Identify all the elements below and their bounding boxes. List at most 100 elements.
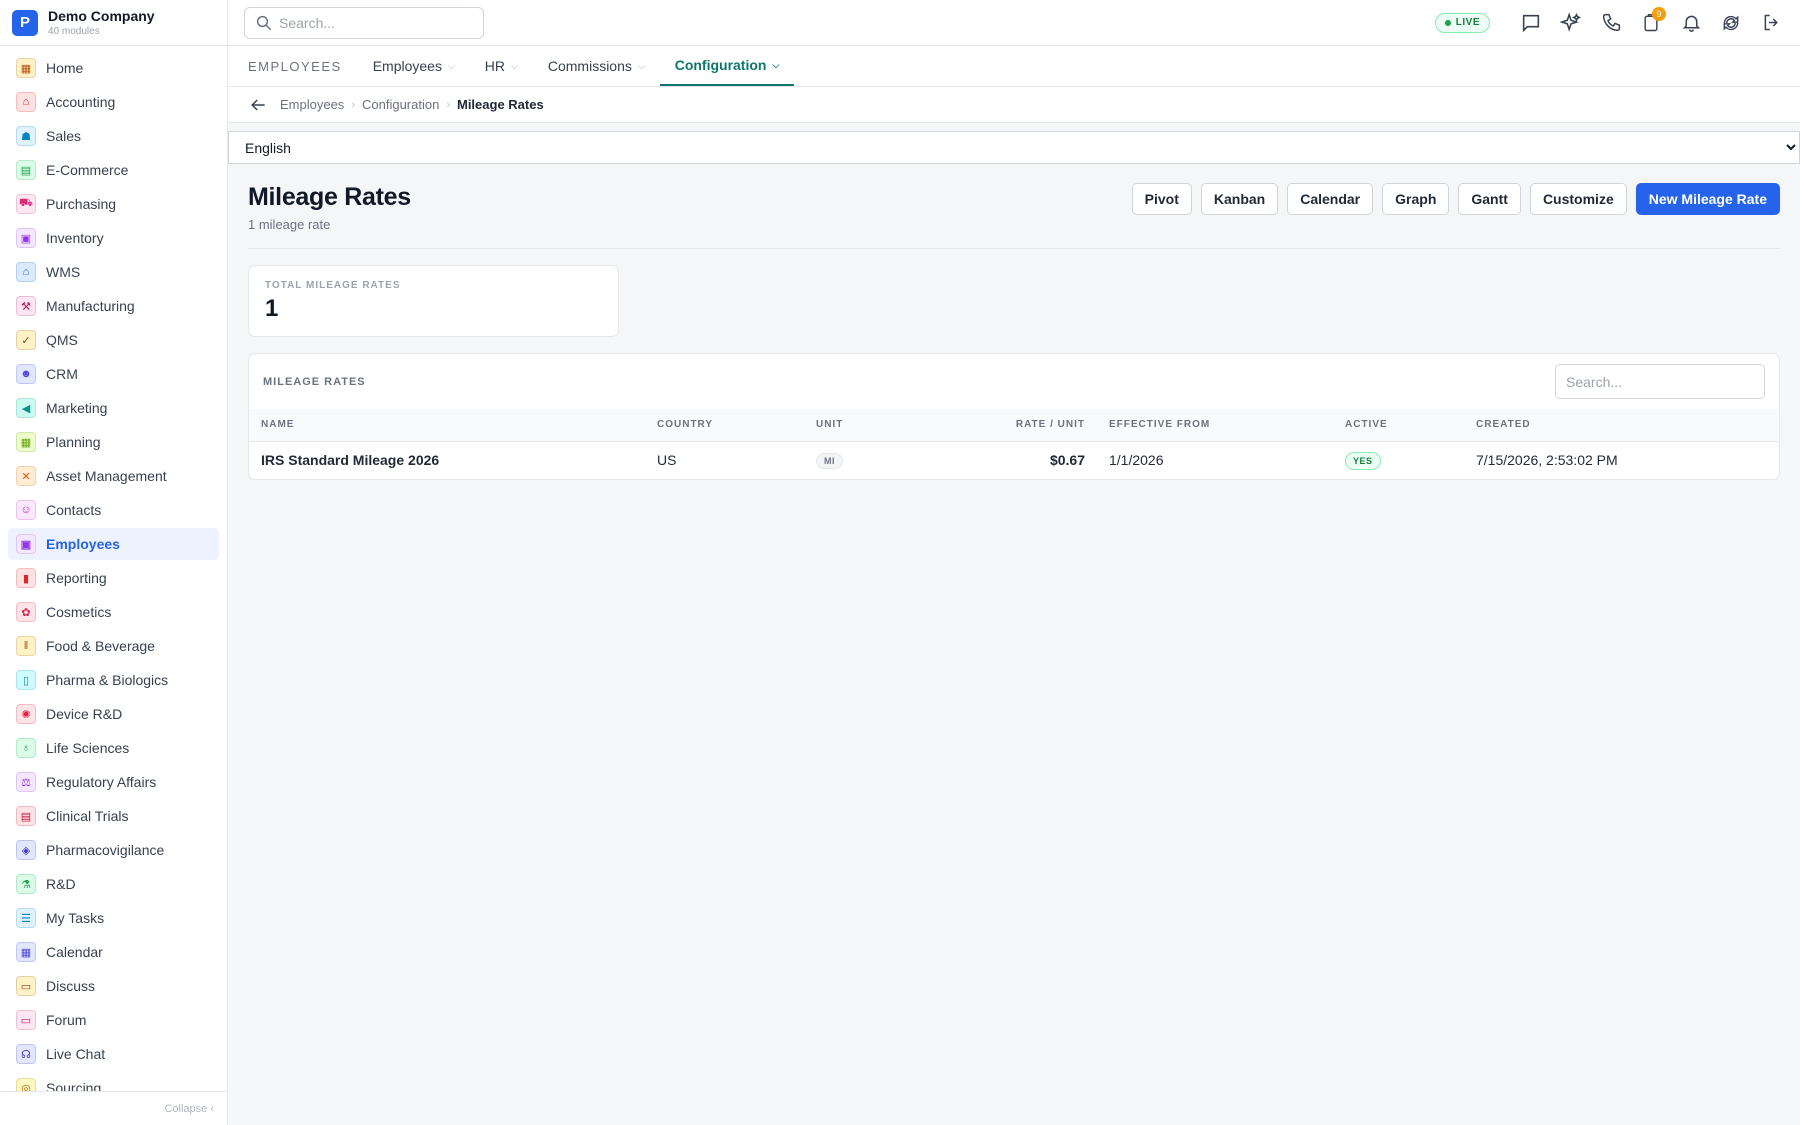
customize-button[interactable]: Customize (1529, 183, 1627, 215)
sidebar-item-calendar[interactable]: ▦ Calendar (8, 936, 219, 968)
sidebar-item-label: Home (46, 60, 84, 76)
flask-icon: ⚗ (16, 874, 36, 894)
sidebar-item-food-beverage[interactable]: ǁ Food & Beverage (8, 630, 219, 662)
live-dot-icon (1444, 19, 1451, 26)
calendar-view-button[interactable]: Calendar (1287, 183, 1374, 215)
breadcrumb-configuration[interactable]: Configuration (362, 97, 439, 112)
column-header-created[interactable]: CREATED (1464, 409, 1779, 442)
column-header-country[interactable]: COUNTRY (645, 409, 804, 442)
breadcrumb-current: Mileage Rates (456, 97, 544, 112)
sidebar-item-accounting[interactable]: ⌂ Accounting (8, 86, 219, 118)
sidebar-item-crm[interactable]: ☻ CRM (8, 358, 219, 390)
company-logo: P (12, 9, 38, 36)
sidebar-item-forum[interactable]: ▭ Forum (8, 1004, 219, 1036)
sidebar-item-manufacturing[interactable]: ⚒ Manufacturing (8, 290, 219, 322)
contact-card-icon: ☺ (16, 500, 36, 520)
sidebar-item-home[interactable]: ▦ Home (8, 52, 219, 84)
sidebar-item-marketing[interactable]: ◀ Marketing (8, 392, 219, 424)
logout-icon[interactable] (1758, 10, 1784, 36)
sidebar-item-contacts[interactable]: ☺ Contacts (8, 494, 219, 526)
sidebar-item-discuss[interactable]: ▭ Discuss (8, 970, 219, 1002)
bell-icon[interactable] (1678, 10, 1704, 36)
sidebar-item-wms[interactable]: ⌂ WMS (8, 256, 219, 288)
main-area: Search... LIVE 9 EMPLOYEES Employees ⌵ HR… (228, 0, 1800, 1125)
table-search-input[interactable] (1555, 364, 1765, 399)
sidebar-item-label: Contacts (46, 502, 102, 518)
column-header-unit[interactable]: UNIT (804, 409, 932, 442)
clipboard-icon: ▤ (16, 806, 36, 826)
sidebar-item-pharma-biologics[interactable]: ▯ Pharma & Biologics (8, 664, 219, 696)
search-icon (256, 15, 272, 30)
sidebar-item-purchasing[interactable]: ⛟ Purchasing (8, 188, 219, 220)
column-header-rate[interactable]: RATE / UNIT (932, 409, 1097, 442)
company-switcher[interactable]: P Demo Company 40 modules (0, 0, 227, 46)
users-icon: ☻ (16, 364, 36, 384)
global-search-input[interactable]: Search... (244, 6, 484, 39)
flower-icon: ✿ (16, 602, 36, 622)
storefront-icon: ▤ (16, 160, 36, 180)
cell-country: US (657, 452, 677, 469)
approvals-badge: 9 (1652, 6, 1666, 21)
warehouse-icon: ⌂ (16, 262, 36, 282)
tab-hr[interactable]: HR ⌵ (470, 46, 533, 86)
pivot-view-button[interactable]: Pivot (1131, 183, 1192, 215)
collapse-button[interactable]: Collapse ‹ (0, 1091, 227, 1125)
sidebar-item-e-commerce[interactable]: ▤ E-Commerce (8, 154, 219, 186)
sidebar-item-label: R&D (46, 876, 76, 892)
sidebar-item-my-tasks[interactable]: ☰ My Tasks (8, 902, 219, 934)
megaphone-icon: ◀ (16, 398, 36, 418)
column-header-effective-from[interactable]: EFFECTIVE FROM (1097, 409, 1333, 442)
new-mileage-rate-button[interactable]: New Mileage Rate (1635, 183, 1780, 215)
sidebar-item-pharmacovigilance[interactable]: ◈ Pharmacovigilance (8, 834, 219, 866)
tab-configuration[interactable]: Configuration ⌵ (659, 46, 795, 86)
language-select[interactable]: English (228, 131, 1800, 164)
tab-commissions[interactable]: Commissions ⌵ (533, 46, 660, 86)
checklist-icon: ☰ (16, 908, 36, 928)
cell-rate: $0.67 (1049, 452, 1085, 469)
phone-icon[interactable] (1598, 10, 1624, 36)
sidebar-item-cosmetics[interactable]: ✿ Cosmetics (8, 596, 219, 628)
chevron-left-icon: ‹ (210, 1102, 214, 1115)
kanban-view-button[interactable]: Kanban (1200, 183, 1279, 215)
table-header-row: NAME COUNTRY UNIT RATE / UNIT EFFECTIVE … (249, 409, 1779, 442)
back-arrow-icon[interactable] (248, 95, 268, 115)
sidebar-item-r-d[interactable]: ⚗ R&D (8, 868, 219, 900)
sidebar-item-life-sciences[interactable]: ♁ Life Sciences (8, 732, 219, 764)
cell-name: IRS Standard Mileage 2026 (261, 452, 440, 469)
sidebar-item-asset-management[interactable]: ✕ Asset Management (8, 460, 219, 492)
sidebar: P Demo Company 40 modules ▦ Home ⌂ Accounti… (0, 0, 228, 1125)
chevron-down-icon: ⌵ (772, 59, 780, 70)
sidebar-item-qms[interactable]: ✓ QMS (8, 324, 219, 356)
sidebar-item-regulatory-affairs[interactable]: ⚖ Regulatory Affairs (8, 766, 219, 798)
sidebar-item-label: Pharmacovigilance (46, 842, 165, 858)
sidebar-item-sales[interactable]: ☗ Sales (8, 120, 219, 152)
column-header-name[interactable]: NAME (249, 409, 645, 442)
sidebar-item-inventory[interactable]: ▣ Inventory (8, 222, 219, 254)
breadcrumb: Employees › Configuration › Mileage Rate… (228, 87, 1800, 123)
sidebar-item-employees[interactable]: ▣ Employees (8, 528, 219, 560)
sidebar-item-clinical-trials[interactable]: ▤ Clinical Trials (8, 800, 219, 832)
kpi-card: TOTAL MILEAGE RATES 1 (248, 265, 619, 337)
tab-label: Commissions (547, 58, 632, 74)
messages-icon[interactable] (1518, 10, 1544, 36)
chevron-down-icon: ⌵ (511, 60, 518, 71)
sidebar-item-reporting[interactable]: ▮ Reporting (8, 562, 219, 594)
sidebar-item-live-chat[interactable]: ☊ Live Chat (8, 1038, 219, 1070)
tab-employees[interactable]: Employees ⌵ (358, 46, 470, 86)
sidebar-item-label: Sales (46, 128, 82, 144)
approvals-icon[interactable]: 9 (1638, 6, 1666, 36)
module-label: EMPLOYEES (248, 58, 342, 74)
table-row[interactable]: IRS Standard Mileage 2026 US MI $0.67 1/… (249, 441, 1779, 479)
breadcrumb-employees[interactable]: Employees (280, 97, 344, 112)
sidebar-item-planning[interactable]: ▦ Planning (8, 426, 219, 458)
sidebar-item-label: Live Chat (46, 1046, 106, 1062)
sidebar-item-label: Inventory (46, 230, 104, 246)
gantt-view-button[interactable]: Gantt (1458, 183, 1521, 215)
column-header-active[interactable]: ACTIVE (1333, 409, 1464, 442)
unit-badge: MI (816, 453, 843, 470)
sidebar-item-device-r-d[interactable]: ✺ Device R&D (8, 698, 219, 730)
sidebar-item-label: QMS (46, 332, 78, 348)
graph-view-button[interactable]: Graph (1382, 183, 1450, 215)
ai-sparkle-icon[interactable] (1558, 10, 1584, 36)
sync-icon[interactable] (1718, 10, 1744, 36)
